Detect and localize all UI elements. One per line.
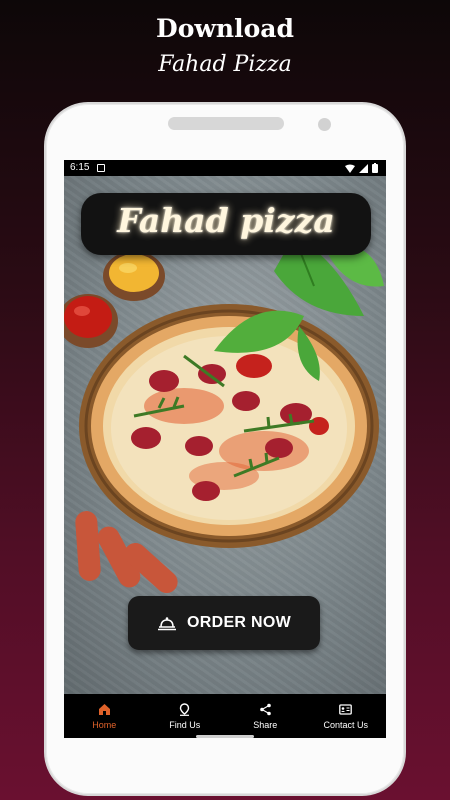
nav-label-contact-us: Contact Us	[323, 719, 369, 730]
phone-camera	[318, 118, 331, 131]
order-now-button[interactable]: ORDER NOW	[128, 596, 320, 650]
promo-subline: Fahad Pizza	[158, 52, 292, 77]
status-icons	[345, 163, 378, 173]
home-icon	[98, 703, 110, 715]
signal-icon	[359, 163, 368, 173]
contact-card-icon	[339, 703, 353, 715]
app-screen: 6:15 Fahad pizza ORDER NOW Home Find Us …	[64, 160, 386, 738]
nav-label-home: Home	[92, 719, 117, 730]
location-pin-icon	[180, 702, 190, 716]
hero-content: Fahad pizza ORDER NOW	[64, 176, 386, 694]
promo-headline: Download	[156, 14, 294, 43]
notification-icon	[97, 164, 105, 172]
order-now-label: ORDER NOW	[186, 614, 292, 631]
app-title-banner: Fahad pizza	[81, 193, 371, 255]
nav-label-find-us: Find Us	[169, 719, 201, 730]
app-title: Fahad pizza	[117, 201, 335, 240]
status-time: 6:15	[70, 162, 90, 173]
phone-speaker	[168, 117, 284, 130]
phone-home-indicator	[196, 735, 254, 738]
food-delivery-icon	[157, 617, 176, 631]
nav-item-contact-us[interactable]: Contact Us	[306, 694, 387, 738]
nav-item-share[interactable]: Share	[225, 694, 306, 738]
nav-item-home[interactable]: Home	[64, 694, 145, 738]
battery-icon	[372, 163, 378, 173]
share-icon	[259, 703, 271, 715]
wifi-icon	[345, 164, 355, 173]
status-bar: 6:15	[64, 160, 386, 176]
bottom-navigation: Home Find Us Share Contact Us	[64, 694, 386, 738]
nav-label-share: Share	[253, 719, 278, 730]
nav-item-find-us[interactable]: Find Us	[145, 694, 226, 738]
